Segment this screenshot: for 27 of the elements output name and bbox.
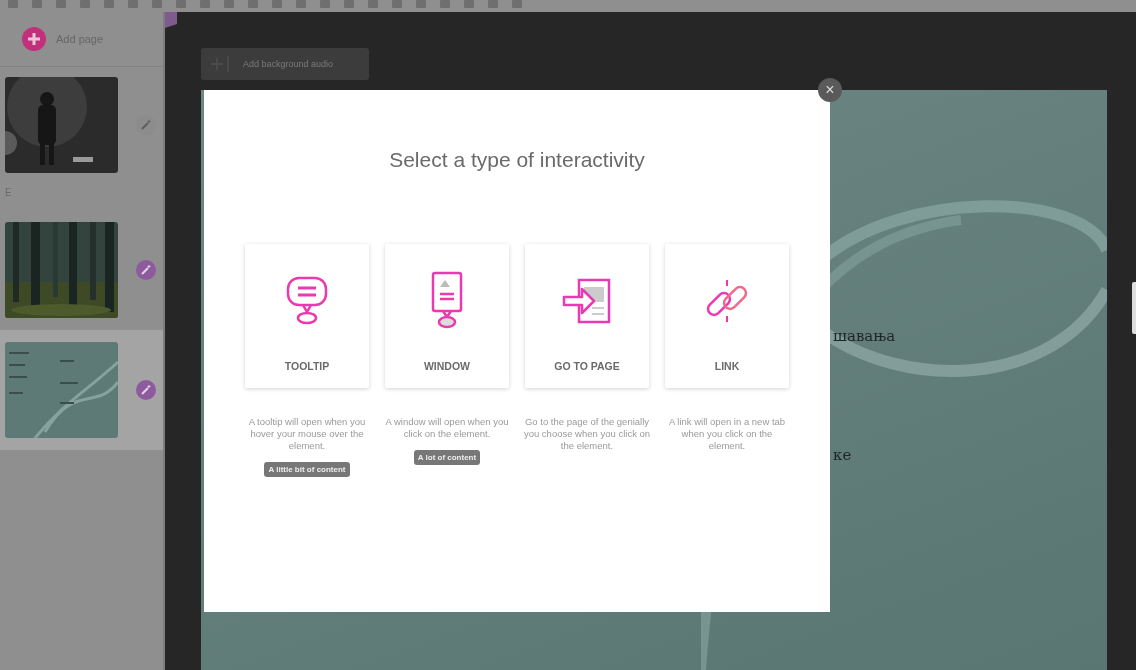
page-thumbnail-row[interactable]	[0, 330, 163, 450]
slide-text: ке	[833, 446, 852, 464]
slide-text: шавања	[833, 327, 896, 345]
dialog-title: Select a type of interactivity	[389, 148, 645, 172]
content-tag: A little bit of content	[264, 462, 350, 477]
magic-wand-icon[interactable]	[136, 380, 156, 400]
option-label: WINDOW	[423, 360, 471, 372]
interactivity-option-card[interactable]: GO TO PAGE	[525, 244, 649, 388]
window-card-icon	[430, 271, 464, 331]
option-label: GO TO PAGE	[554, 360, 620, 372]
option-label: TOOLTIP	[284, 360, 330, 372]
option-description: A window will open when you click on the element.	[384, 416, 510, 440]
scroll-handle[interactable]	[1132, 282, 1136, 334]
bookmark-tag	[165, 12, 177, 28]
magic-wand-icon[interactable]	[136, 260, 156, 280]
content-tag: A lot of content	[413, 450, 481, 465]
option-description: A link will open in a new tab when you click on the element.	[667, 416, 787, 452]
option-label: LINK	[714, 360, 740, 372]
arrow-into-page-icon	[562, 278, 612, 324]
speech-bubble-icon	[285, 275, 329, 327]
interactivity-option-card[interactable]: LINK	[665, 244, 789, 388]
option-description: Go to the page of the genially you choose when you click on the element.	[523, 416, 651, 452]
option-description: A tooltip will open when you hover your mouse over the element.	[247, 416, 367, 452]
interactivity-option-card[interactable]: TOOLTIP	[245, 244, 369, 388]
add-page-icon[interactable]	[22, 27, 46, 51]
broken-link-icon	[704, 278, 750, 324]
interactivity-option-card[interactable]: WINDOW	[385, 244, 509, 388]
